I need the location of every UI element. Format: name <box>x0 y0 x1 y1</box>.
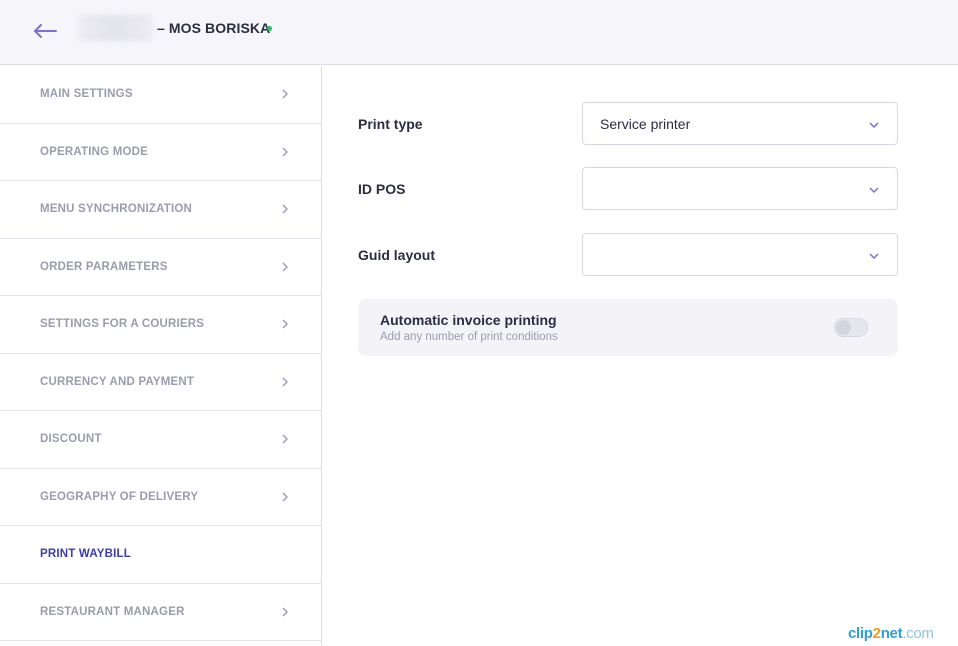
id-pos-label: ID POS <box>358 180 406 197</box>
sidebar-item-label: SETTINGS FOR A COURIERS <box>40 318 205 331</box>
sidebar-item-label: PRINT WAYBILL <box>40 548 131 561</box>
sidebar-item-print-waybill[interactable]: PRINT WAYBILL <box>0 526 321 584</box>
watermark-logo: clip2net.com <box>848 625 934 642</box>
redacted-name <box>78 15 153 41</box>
watermark-part: 2 <box>872 625 881 642</box>
id-pos-select[interactable] <box>582 167 898 210</box>
chevron-down-icon <box>869 253 879 260</box>
automatic-invoice-toggle[interactable] <box>834 318 868 337</box>
sidebar-item-restaurant-manager[interactable]: RESTAURANT MANAGER <box>0 584 321 641</box>
top-header: – MOS BORISKA <box>0 0 958 65</box>
chevron-right-icon <box>282 377 288 387</box>
sidebar-item-label: GEOGRAPHY OF DELIVERY <box>40 490 199 503</box>
chevron-right-icon <box>282 262 288 272</box>
store-name: – MOS BORISKA <box>157 20 271 36</box>
sidebar-item-order-parameters[interactable]: ORDER PARAMETERS <box>0 239 321 296</box>
watermark-part: net <box>880 625 903 642</box>
sidebar-item-main-settings[interactable]: MAIN SETTINGS <box>0 66 321 124</box>
sidebar-item-discount[interactable]: DISCOUNT <box>0 411 321 469</box>
chevron-right-icon <box>282 89 288 99</box>
guid-layout-label: Guid layout <box>358 246 435 263</box>
chevron-right-icon <box>282 607 288 617</box>
automatic-invoice-subtitle: Add any number of print conditions <box>380 331 558 343</box>
guid-layout-row: Guid layout <box>358 233 898 276</box>
chevron-down-icon <box>869 187 879 194</box>
chevron-right-icon <box>282 434 288 444</box>
chevron-right-icon <box>282 204 288 214</box>
sidebar-item-currency-and-payment[interactable]: CURRENCY AND PAYMENT <box>0 354 321 411</box>
chevron-down-icon <box>869 122 879 129</box>
sidebar-item-geography-of-delivery[interactable]: GEOGRAPHY OF DELIVERY <box>0 469 321 526</box>
chevron-right-icon <box>282 319 288 329</box>
print-type-select[interactable]: Service printer <box>582 102 898 145</box>
arrow-left-icon <box>34 24 57 38</box>
sidebar-item-label: DISCOUNT <box>40 433 102 446</box>
sidebar-item-label: MENU SYNCHRONIZATION <box>40 203 193 216</box>
sidebar-item-operating-mode[interactable]: OPERATING MODE <box>0 124 321 181</box>
chevron-right-icon <box>282 492 288 502</box>
watermark-part: .com <box>902 625 934 642</box>
sidebar-item-settings-for-couriers[interactable]: SETTINGS FOR A COURIERS <box>0 296 321 354</box>
settings-sidebar: MAIN SETTINGS OPERATING MODE MENU SYNCHR… <box>0 66 322 646</box>
id-pos-row: ID POS <box>358 167 898 210</box>
toggle-knob <box>836 320 851 335</box>
sidebar-item-label: RESTAURANT MANAGER <box>40 605 185 618</box>
print-type-value: Service printer <box>600 116 691 132</box>
back-button[interactable] <box>30 20 60 42</box>
online-status-dot <box>267 26 272 31</box>
print-type-row: Print type Service printer <box>358 102 898 145</box>
guid-layout-select[interactable] <box>582 233 898 276</box>
print-type-label: Print type <box>358 115 423 132</box>
sidebar-item-label: ORDER PARAMETERS <box>40 260 168 273</box>
chevron-right-icon <box>282 147 288 157</box>
watermark-part: clip <box>848 625 873 642</box>
sidebar-item-label: OPERATING MODE <box>40 145 149 158</box>
sidebar-item-menu-synchronization[interactable]: MENU SYNCHRONIZATION <box>0 181 321 239</box>
sidebar-item-label: CURRENCY AND PAYMENT <box>40 375 195 388</box>
automatic-invoice-title: Automatic invoice printing <box>380 312 557 328</box>
automatic-invoice-printing-card: Automatic invoice printing Add any numbe… <box>358 299 898 356</box>
sidebar-item-label: MAIN SETTINGS <box>40 88 133 101</box>
